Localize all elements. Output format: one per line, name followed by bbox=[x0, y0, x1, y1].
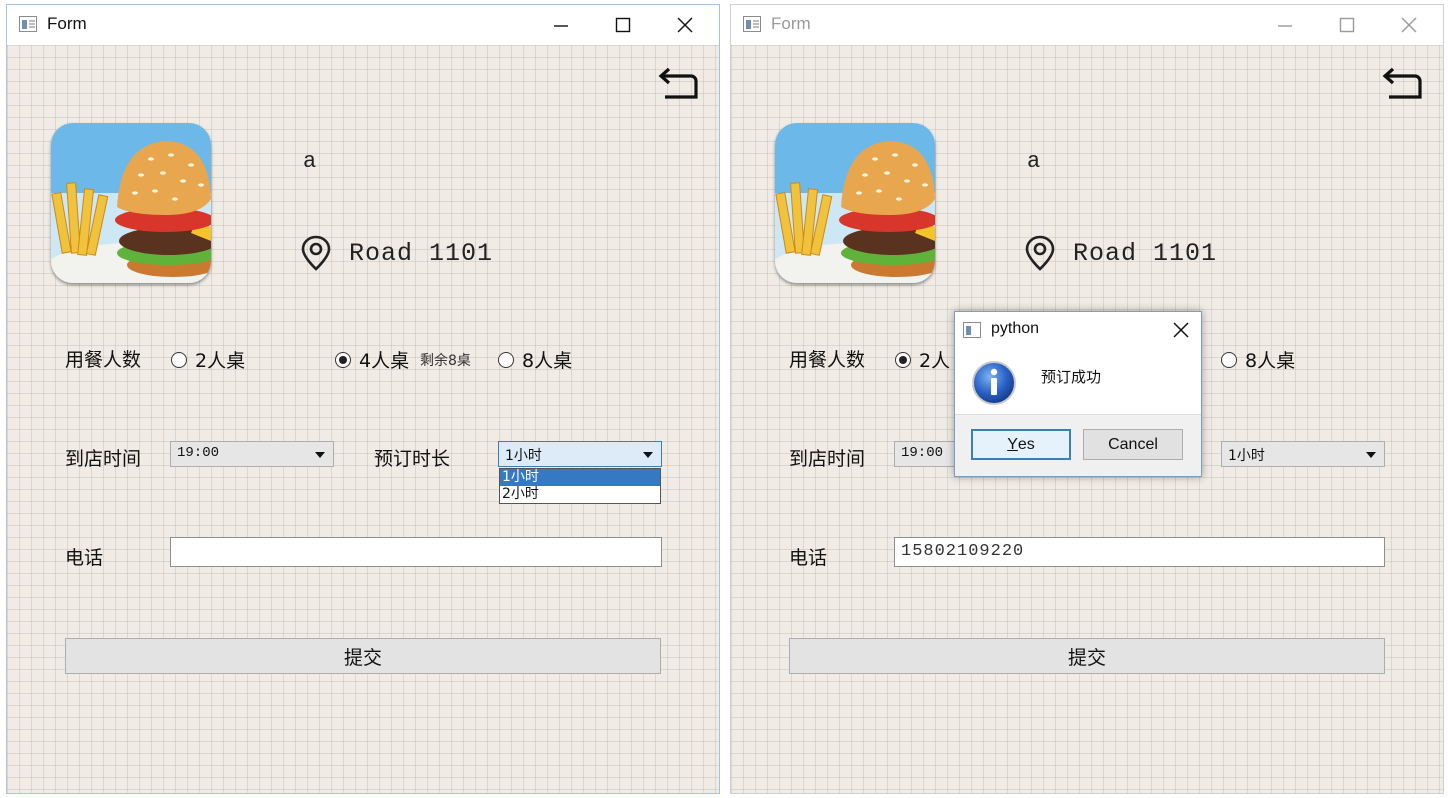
app-icon bbox=[963, 322, 981, 338]
arrival-time-value: 19:00 bbox=[177, 445, 220, 461]
window-title: Form bbox=[771, 14, 811, 33]
minimize-button[interactable] bbox=[1263, 11, 1307, 39]
chevron-down-icon bbox=[1366, 452, 1376, 458]
radio-8-table[interactable]: 8人桌 bbox=[1221, 346, 1295, 373]
radio-label: 8人桌 bbox=[522, 350, 573, 372]
radio-label: 2人桌 bbox=[195, 350, 246, 372]
chevron-down-icon bbox=[643, 452, 653, 458]
duration-value: 1小时 bbox=[505, 448, 542, 464]
arrival-time-select[interactable]: 19:00 bbox=[170, 441, 334, 467]
radio-2-table[interactable]: 2人 bbox=[895, 346, 950, 373]
phone-input[interactable] bbox=[170, 537, 662, 567]
party-size-label: 用餐人数 bbox=[65, 349, 142, 371]
location-pin-icon bbox=[1025, 235, 1055, 271]
radio-indicator-selected bbox=[335, 351, 351, 368]
duration-label: 预订时长 bbox=[374, 448, 451, 470]
yes-mnemonic: Y bbox=[1007, 435, 1018, 453]
success-dialog: python 预订成功 Yes Cancel bbox=[954, 311, 1202, 477]
maximize-button[interactable] bbox=[1325, 11, 1369, 39]
back-arrow-icon[interactable] bbox=[657, 67, 699, 101]
radio-4-table[interactable]: 4人桌 bbox=[335, 346, 409, 373]
phone-label: 电话 bbox=[789, 547, 828, 569]
close-button[interactable] bbox=[663, 11, 707, 39]
arrival-time-value: 19:00 bbox=[901, 445, 944, 461]
close-button[interactable] bbox=[1387, 11, 1431, 39]
close-icon[interactable] bbox=[1171, 320, 1191, 340]
radio-indicator bbox=[498, 351, 514, 368]
info-icon bbox=[972, 361, 1016, 405]
party-size-label: 用餐人数 bbox=[789, 349, 866, 371]
radio-indicator bbox=[171, 351, 187, 368]
yes-button[interactable]: Yes bbox=[971, 429, 1071, 460]
radio-8-table[interactable]: 8人桌 bbox=[498, 346, 572, 373]
radio-indicator-selected bbox=[895, 351, 911, 368]
radio-label: 8人桌 bbox=[1245, 350, 1296, 372]
cancel-button[interactable]: Cancel bbox=[1083, 429, 1183, 460]
back-arrow-icon[interactable] bbox=[1381, 67, 1423, 101]
duration-select[interactable]: 1小时 bbox=[498, 441, 662, 467]
restaurant-address: Road 1101 bbox=[1073, 239, 1218, 268]
minimize-icon bbox=[1278, 25, 1292, 27]
restaurant-name: a bbox=[1027, 149, 1041, 174]
app-icon bbox=[743, 16, 761, 32]
close-icon bbox=[677, 17, 693, 33]
arrival-time-label: 到店时间 bbox=[65, 448, 142, 470]
left-form-window: Form a Road 1101 用餐人数 2人桌 4人桌 剩余8桌 8人桌 到… bbox=[6, 4, 720, 794]
radio-2-table[interactable]: 2人桌 bbox=[171, 346, 245, 373]
dropdown-option-2h[interactable]: 2小时 bbox=[500, 486, 660, 503]
radio-indicator bbox=[1221, 351, 1237, 368]
burger-logo bbox=[775, 123, 935, 283]
remaining-tables: 剩余8桌 bbox=[420, 353, 471, 369]
phone-label: 电话 bbox=[65, 547, 104, 569]
duration-dropdown-list: 1小时 2小时 bbox=[499, 468, 661, 504]
duration-select[interactable]: 1小时 bbox=[1221, 441, 1385, 467]
form-content: a Road 1101 用餐人数 2人桌 4人桌 剩余8桌 8人桌 到店时间 1… bbox=[7, 45, 719, 793]
restaurant-address: Road 1101 bbox=[349, 239, 494, 268]
yes-label-rest: es bbox=[1017, 435, 1035, 453]
close-icon bbox=[1401, 17, 1417, 33]
dialog-button-area: Yes Cancel bbox=[955, 414, 1201, 476]
dialog-title: python bbox=[991, 320, 1040, 337]
dialog-message: 预订成功 bbox=[1041, 368, 1102, 386]
window-title: Form bbox=[47, 14, 87, 33]
location-pin-icon bbox=[301, 235, 331, 271]
burger-logo bbox=[51, 123, 211, 283]
minimize-button[interactable] bbox=[539, 11, 583, 39]
duration-value: 1小时 bbox=[1228, 448, 1265, 464]
submit-button[interactable]: 提交 bbox=[789, 638, 1385, 674]
title-bar[interactable]: Form bbox=[731, 5, 1443, 45]
restaurant-name: a bbox=[303, 149, 317, 174]
minimize-icon bbox=[554, 25, 568, 27]
maximize-icon bbox=[615, 17, 631, 33]
arrival-time-label: 到店时间 bbox=[789, 448, 866, 470]
radio-label: 2人 bbox=[919, 350, 951, 372]
phone-input[interactable]: 15802109220 bbox=[894, 537, 1385, 567]
maximize-icon bbox=[1339, 17, 1355, 33]
maximize-button[interactable] bbox=[601, 11, 645, 39]
submit-button[interactable]: 提交 bbox=[65, 638, 661, 674]
app-icon bbox=[19, 16, 37, 32]
title-bar[interactable]: Form bbox=[7, 5, 719, 45]
radio-label: 4人桌 bbox=[359, 350, 410, 372]
chevron-down-icon bbox=[315, 452, 325, 458]
dropdown-option-1h[interactable]: 1小时 bbox=[500, 469, 660, 486]
